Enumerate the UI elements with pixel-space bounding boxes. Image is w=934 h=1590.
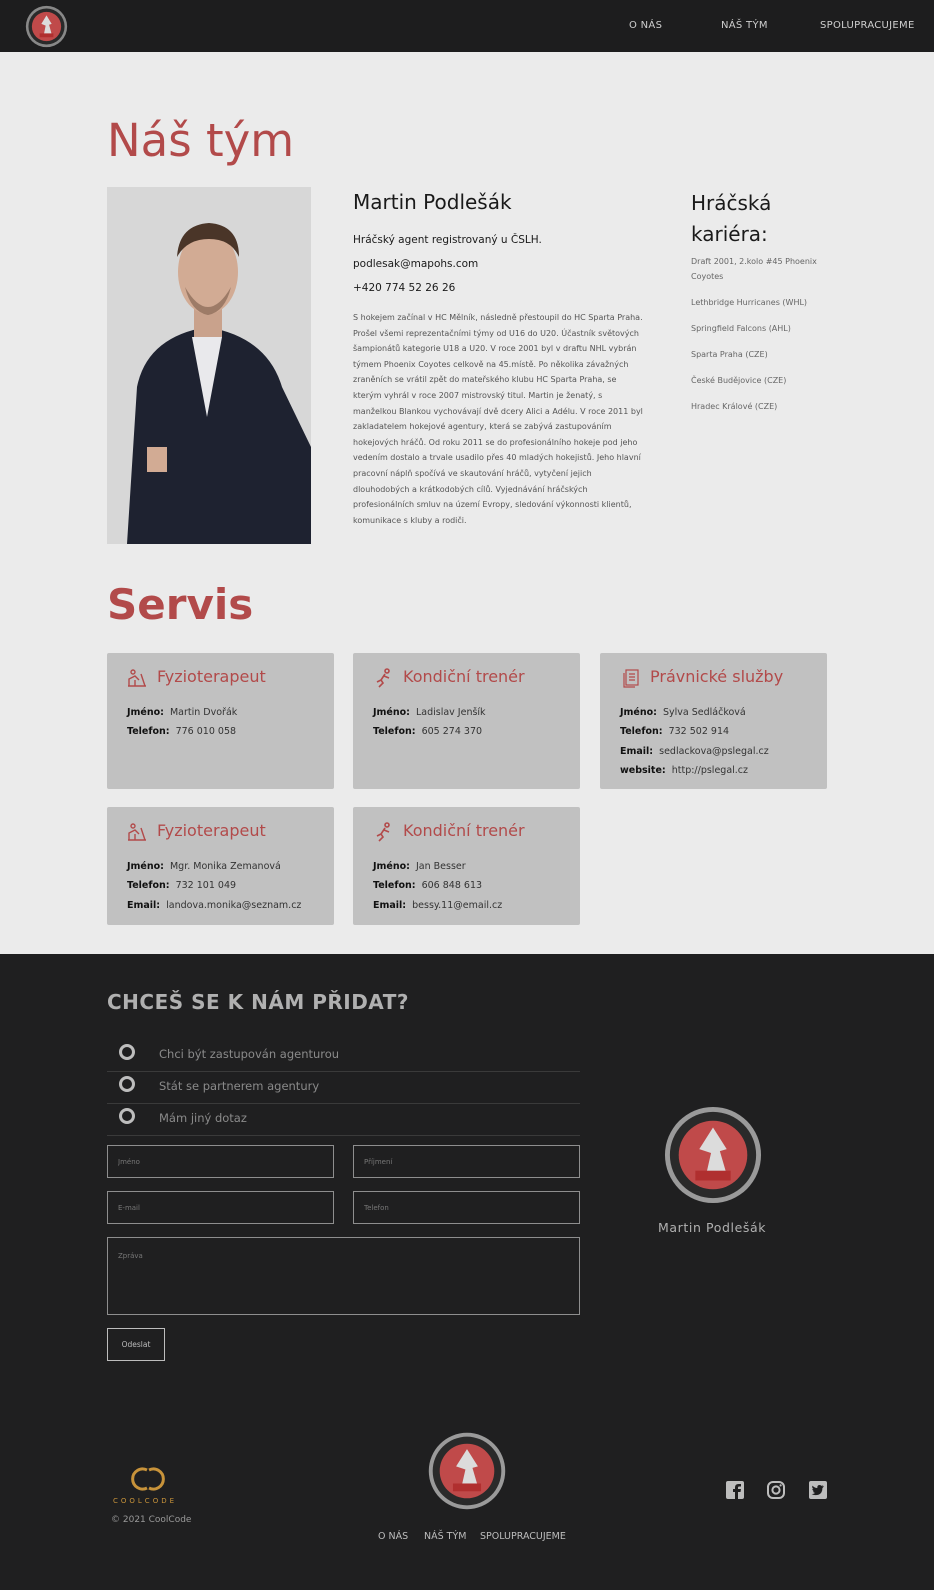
documents-icon — [623, 669, 639, 688]
radio-button[interactable] — [119, 1108, 135, 1124]
message-textarea[interactable] — [107, 1237, 580, 1315]
career-item: Lethbridge Hurricanes (WHL) — [691, 298, 808, 307]
coolcode-logo[interactable] — [127, 1462, 169, 1496]
join-heading: CHCEŠ SE K NÁM PŘIDAT? — [107, 990, 409, 1014]
team-heading: Náš tým — [107, 114, 295, 167]
agent-name: Martin Podlešák — [353, 190, 512, 214]
footer-nav-nas-tym[interactable]: NÁŠ TÝM — [424, 1531, 466, 1542]
nav-o-nas[interactable]: O NÁS — [629, 20, 662, 31]
service-title: Kondiční trenér — [403, 821, 525, 840]
service-card-trainer: Kondiční trenér Jméno: Ladislav Jenšík Te… — [353, 653, 580, 789]
agent-subtitle: Hráčský agent registrovaný u ČSLH. — [353, 234, 542, 246]
runner-icon — [376, 668, 390, 688]
service-card-physio-2: Fyzioterapeut Jméno: Mgr. Monika Zemanová… — [107, 807, 334, 925]
service-row: Telefon: 606 848 613 — [373, 880, 483, 891]
copyright: © 2021 CoolCode — [111, 1515, 192, 1525]
nav-spolupracujeme[interactable]: SPOLUPRACUJEME — [820, 20, 915, 31]
service-title: Právnické služby — [650, 667, 784, 686]
instagram-icon[interactable] — [766, 1480, 786, 1500]
first-name-input[interactable] — [107, 1145, 334, 1178]
career-list: Draft 2001, 2.kolo #45 Phoenix Coyotes L… — [691, 254, 831, 425]
submit-button[interactable]: Odeslat — [107, 1328, 165, 1361]
radio-button[interactable] — [119, 1076, 135, 1092]
contact-section: CHCEŠ SE K NÁM PŘIDAT? Chci být zastupov… — [0, 954, 934, 1590]
service-card-legal: Právnické služby Jméno: Sylva Sedláčková … — [600, 653, 827, 789]
radio-option-agency[interactable]: Chci být zastupován agenturou — [107, 1040, 580, 1072]
career-item: Hradec Králové (CZE) — [691, 402, 778, 411]
service-row: Telefon: 732 502 914 — [620, 726, 730, 737]
phone-input[interactable] — [353, 1191, 580, 1224]
physio-icon — [128, 669, 146, 687]
service-row: website: http://pslegal.cz — [620, 765, 749, 776]
service-card-trainer-2: Kondiční trenér Jméno: Jan Besser Telefon… — [353, 807, 580, 925]
radio-option-partner[interactable]: Stát se partnerem agentury — [107, 1072, 580, 1104]
career-item: Sparta Praha (CZE) — [691, 350, 768, 359]
service-row: Email: sedlackova@pslegal.cz — [620, 746, 769, 757]
agent-email[interactable]: podlesak@mapohs.com — [353, 258, 478, 270]
twitter-icon[interactable] — [808, 1480, 828, 1500]
top-navbar: O NÁS NÁŠ TÝM SPOLUPRACUJEME — [0, 0, 934, 52]
runner-icon — [376, 822, 390, 842]
agent-phone[interactable]: +420 774 52 26 26 — [353, 282, 455, 294]
physio-icon — [128, 823, 146, 841]
service-row: Email: bessy.11@email.cz — [373, 900, 503, 911]
career-item: Springfield Falcons (AHL) — [691, 324, 791, 333]
servis-heading: Servis — [107, 580, 254, 629]
service-row: Jméno: Martin Dvořák — [127, 707, 238, 718]
career-heading: Hráčská kariéra: — [691, 191, 772, 246]
main-section: Náš tým Martin Podlešák Hráčský agent re… — [0, 52, 934, 954]
career-item: Draft 2001, 2.kolo #45 Phoenix Coyotes — [691, 257, 817, 281]
email-input[interactable] — [107, 1191, 334, 1224]
service-row: Telefon: 605 274 370 — [373, 726, 483, 737]
service-row: Telefon: 732 101 049 — [127, 880, 237, 891]
footer-nav-spolupracujeme[interactable]: SPOLUPRACUJEME — [480, 1531, 566, 1542]
service-row: Jméno: Mgr. Monika Zemanová — [127, 861, 281, 872]
agent-bio: S hokejem začínal v HC Mělník, následně … — [353, 313, 643, 525]
nav-nas-tym[interactable]: NÁŠ TÝM — [721, 20, 768, 31]
service-title: Fyzioterapeut — [157, 667, 266, 686]
mapo-logo[interactable] — [428, 1432, 506, 1510]
service-card-physio: Fyzioterapeut Jméno: Martin Dvořák Telefo… — [107, 653, 334, 789]
radio-option-other[interactable]: Mám jiný dotaz — [107, 1104, 580, 1136]
radio-button[interactable] — [119, 1044, 135, 1060]
owner-name: Martin Podlešák — [658, 1220, 767, 1235]
career-item: České Budějovice (CZE) — [691, 376, 787, 385]
service-row: Jméno: Ladislav Jenšík — [373, 707, 486, 718]
service-row: Jméno: Sylva Sedláčková — [620, 707, 746, 718]
service-row: Jméno: Jan Besser — [373, 861, 466, 872]
service-row: Email: landova.monika@seznam.cz — [127, 900, 302, 911]
mapo-logo[interactable] — [25, 5, 68, 48]
mapo-logo — [664, 1106, 762, 1204]
service-row: Telefon: 776 010 058 — [127, 726, 237, 737]
portrait-photo — [107, 187, 311, 544]
footer-nav-o-nas[interactable]: O NÁS — [378, 1531, 408, 1542]
facebook-icon[interactable] — [725, 1480, 745, 1500]
coolcode-wordmark: COOLCODE — [113, 1497, 178, 1505]
service-title: Kondiční trenér — [403, 667, 525, 686]
service-title: Fyzioterapeut — [157, 821, 266, 840]
last-name-input[interactable] — [353, 1145, 580, 1178]
